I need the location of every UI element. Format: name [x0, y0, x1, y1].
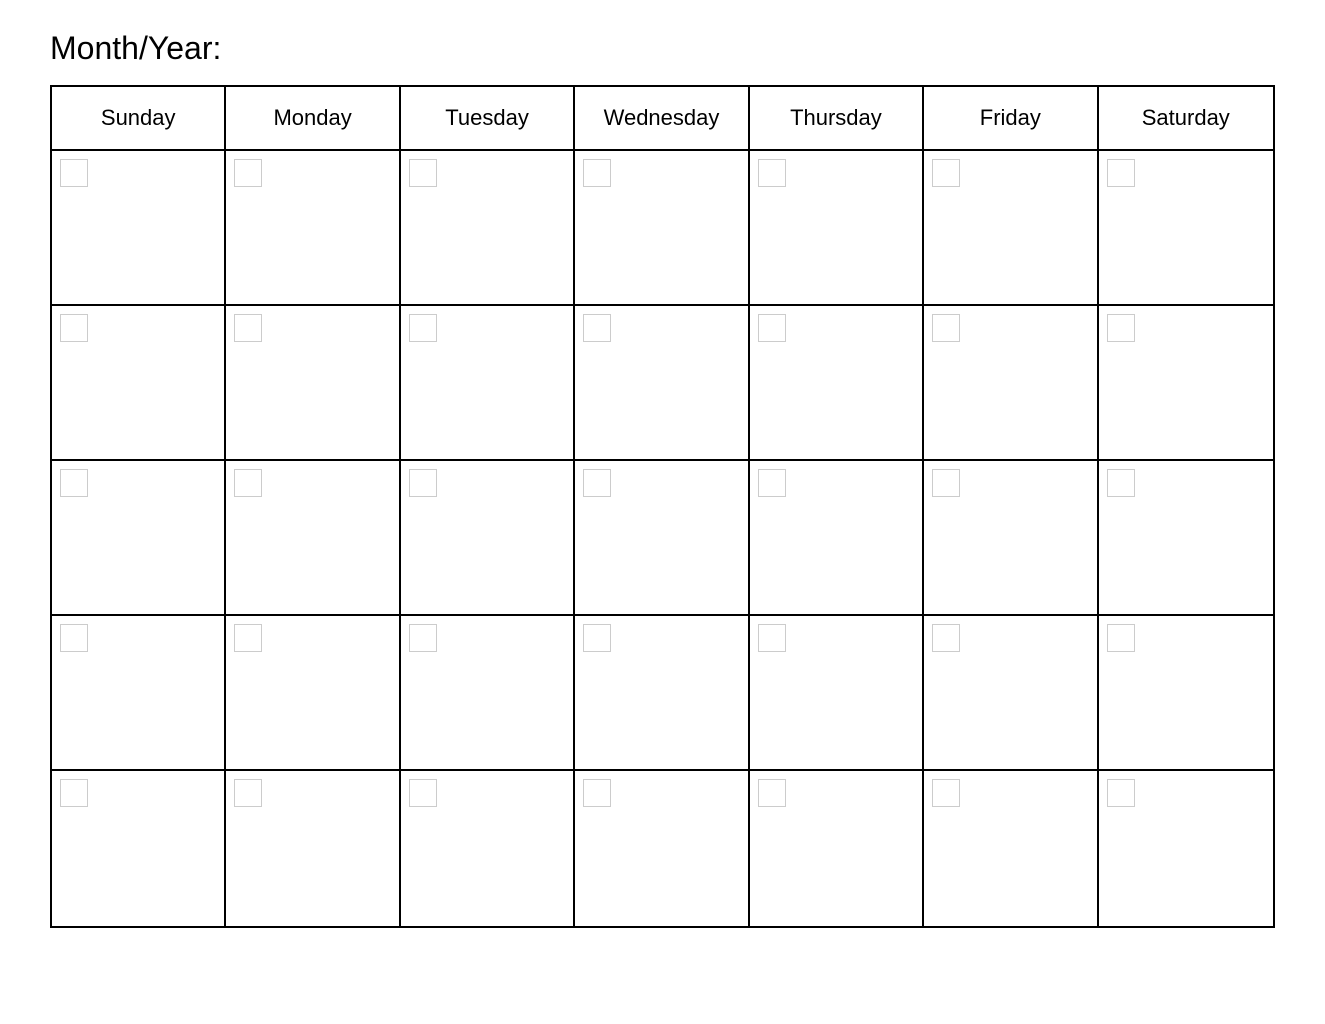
date-box: [932, 159, 960, 187]
cell-r5-wed: [575, 771, 749, 926]
date-box: [1107, 159, 1135, 187]
cell-r3-fri: [924, 461, 1098, 614]
date-box: [758, 779, 786, 807]
cell-r3-thu: [750, 461, 924, 614]
cell-r1-sun: [52, 151, 226, 304]
date-box: [234, 779, 262, 807]
cell-r2-thu: [750, 306, 924, 459]
date-box: [583, 314, 611, 342]
date-box: [758, 159, 786, 187]
date-box: [60, 469, 88, 497]
cell-r4-tue: [401, 616, 575, 769]
date-box: [583, 624, 611, 652]
cell-r2-mon: [226, 306, 400, 459]
cell-r2-sat: [1099, 306, 1273, 459]
cell-r1-thu: [750, 151, 924, 304]
cell-r5-sat: [1099, 771, 1273, 926]
date-box: [409, 624, 437, 652]
date-box: [60, 159, 88, 187]
date-box: [60, 624, 88, 652]
cell-r1-sat: [1099, 151, 1273, 304]
calendar-row-5: [52, 771, 1273, 926]
cell-r3-sun: [52, 461, 226, 614]
cell-r2-fri: [924, 306, 1098, 459]
date-box: [409, 779, 437, 807]
date-box: [758, 314, 786, 342]
header-thursday: Thursday: [750, 87, 924, 149]
header-sunday: Sunday: [52, 87, 226, 149]
date-box: [234, 314, 262, 342]
header-tuesday: Tuesday: [401, 87, 575, 149]
date-box: [409, 314, 437, 342]
cell-r3-tue: [401, 461, 575, 614]
cell-r5-fri: [924, 771, 1098, 926]
cell-r2-sun: [52, 306, 226, 459]
date-box: [234, 159, 262, 187]
date-box: [409, 159, 437, 187]
cell-r2-tue: [401, 306, 575, 459]
month-year-label: Month/Year:: [50, 30, 1275, 67]
date-box: [234, 469, 262, 497]
cell-r3-wed: [575, 461, 749, 614]
date-box: [1107, 624, 1135, 652]
calendar-row-3: [52, 461, 1273, 616]
cell-r5-sun: [52, 771, 226, 926]
calendar-row-4: [52, 616, 1273, 771]
cell-r4-thu: [750, 616, 924, 769]
cell-r5-thu: [750, 771, 924, 926]
date-box: [758, 469, 786, 497]
date-box: [60, 314, 88, 342]
date-box: [583, 779, 611, 807]
date-box: [409, 469, 437, 497]
cell-r1-wed: [575, 151, 749, 304]
header-monday: Monday: [226, 87, 400, 149]
header-saturday: Saturday: [1099, 87, 1273, 149]
date-box: [932, 314, 960, 342]
cell-r3-sat: [1099, 461, 1273, 614]
cell-r4-wed: [575, 616, 749, 769]
header-wednesday: Wednesday: [575, 87, 749, 149]
cell-r5-tue: [401, 771, 575, 926]
cell-r4-fri: [924, 616, 1098, 769]
date-box: [583, 469, 611, 497]
cell-r1-fri: [924, 151, 1098, 304]
date-box: [1107, 779, 1135, 807]
date-box: [583, 159, 611, 187]
date-box: [1107, 469, 1135, 497]
cell-r3-mon: [226, 461, 400, 614]
date-box: [932, 469, 960, 497]
cell-r5-mon: [226, 771, 400, 926]
calendar-body: [52, 151, 1273, 926]
calendar-row-2: [52, 306, 1273, 461]
date-box: [60, 779, 88, 807]
cell-r1-tue: [401, 151, 575, 304]
date-box: [234, 624, 262, 652]
header-friday: Friday: [924, 87, 1098, 149]
cell-r4-sat: [1099, 616, 1273, 769]
date-box: [932, 779, 960, 807]
date-box: [932, 624, 960, 652]
cell-r2-wed: [575, 306, 749, 459]
calendar-container: Sunday Monday Tuesday Wednesday Thursday…: [50, 85, 1275, 928]
date-box: [758, 624, 786, 652]
cell-r4-mon: [226, 616, 400, 769]
calendar-row-1: [52, 151, 1273, 306]
cell-r4-sun: [52, 616, 226, 769]
date-box: [1107, 314, 1135, 342]
calendar-header: Sunday Monday Tuesday Wednesday Thursday…: [52, 87, 1273, 151]
cell-r1-mon: [226, 151, 400, 304]
